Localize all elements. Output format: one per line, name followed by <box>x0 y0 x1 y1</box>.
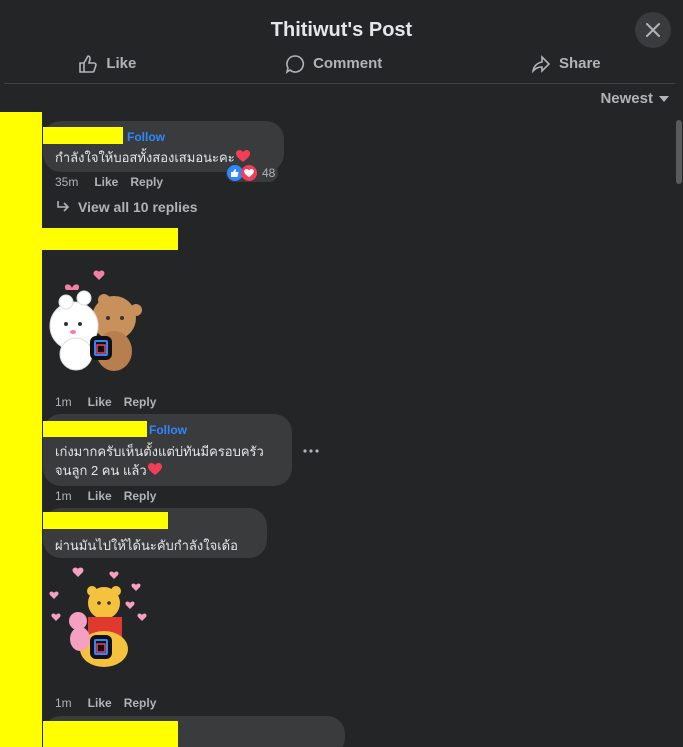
sort-label: Newest <box>600 90 653 107</box>
comment-text: ผ่านมันไปให้ได้นะคับกำลังใจเด้อ <box>55 538 238 553</box>
redacted-author-name <box>43 421 147 437</box>
comment-timestamp[interactable]: 1m <box>55 489 72 503</box>
redacted-avatar-column <box>0 112 42 747</box>
redacted-author-name <box>43 127 123 144</box>
follow-link[interactable]: Follow <box>149 423 187 437</box>
comment-options-button[interactable] <box>303 440 319 458</box>
caret-down-icon <box>659 95 669 102</box>
post-dialog-header: Thitiwut's Post <box>0 0 683 60</box>
comment-text-content: กำลังใจให้บอสทั้งสองเสมอนะคะ <box>55 150 235 165</box>
comment-like-button[interactable]: Like <box>94 175 118 189</box>
share-icon <box>531 54 551 73</box>
comment-like-button[interactable]: Like <box>88 489 112 503</box>
love-reaction-icon <box>241 165 257 181</box>
view-replies-link[interactable]: View all 10 replies <box>56 199 198 215</box>
reply-arrow-icon <box>57 201 70 212</box>
reaction-summary[interactable]: 48 <box>226 164 279 182</box>
comment-bubble-icon <box>285 54 305 74</box>
comment-action-button[interactable]: Comment <box>285 54 382 74</box>
comment-reply-button[interactable]: Reply <box>124 696 157 710</box>
comment-timestamp[interactable]: 35m <box>55 175 78 189</box>
reaction-count: 48 <box>262 166 276 180</box>
thumbs-up-icon <box>79 54 98 73</box>
comment-meta: 1m Like Reply <box>55 395 156 409</box>
close-button[interactable] <box>635 12 671 48</box>
comment-text: กำลังใจให้บอสทั้งสองเสมอนะคะ <box>55 147 250 168</box>
post-action-bar: Like Comment Share <box>4 52 675 84</box>
hugging-bears-sticker[interactable] <box>44 266 154 376</box>
redacted-author-name <box>43 721 178 747</box>
comment-reply-button[interactable]: Reply <box>130 175 163 189</box>
comment-text-line: เก่งมากครับเห็นตั้งแต่บ่ทันมีครอบครัว <box>55 444 264 459</box>
comment-meta: 1m Like Reply <box>55 489 156 503</box>
comment-like-button[interactable]: Like <box>88 696 112 710</box>
winnie-the-pooh-hug-sticker[interactable] <box>44 563 154 673</box>
comment-timestamp[interactable]: 1m <box>55 696 72 710</box>
view-replies-label: View all 10 replies <box>78 199 198 215</box>
more-dots-icon <box>303 449 319 453</box>
like-action-label: Like <box>106 55 137 72</box>
comment-text-content: จนลูก 2 คน แล้ว <box>55 463 147 478</box>
redacted-author-name <box>42 228 178 250</box>
comment-timestamp[interactable]: 1m <box>55 395 72 409</box>
comment-like-button[interactable]: Like <box>88 395 112 409</box>
comment-meta: 35m Like Reply <box>55 175 163 189</box>
heart-emoji-icon <box>147 463 162 475</box>
share-action-label: Share <box>558 55 601 72</box>
redacted-author-name <box>43 512 168 529</box>
comment-text-line: จนลูก 2 คน แล้ว <box>55 460 162 481</box>
close-icon <box>646 23 660 37</box>
comment-sort-dropdown[interactable]: Newest <box>600 90 669 107</box>
like-action-button[interactable]: Like <box>78 54 136 74</box>
dialog-title: Thitiwut's Post <box>270 18 413 41</box>
comment-meta: 1m Like Reply <box>55 696 156 710</box>
comment-reply-button[interactable]: Reply <box>124 489 157 503</box>
scrollbar-thumb[interactable] <box>676 120 682 184</box>
heart-emoji-icon <box>235 150 250 162</box>
follow-link[interactable]: Follow <box>127 130 165 144</box>
scrollbar-track[interactable] <box>675 112 683 747</box>
share-action-button[interactable]: Share <box>531 54 601 74</box>
comment-action-label: Comment <box>313 55 383 72</box>
comment-reply-button[interactable]: Reply <box>124 395 157 409</box>
